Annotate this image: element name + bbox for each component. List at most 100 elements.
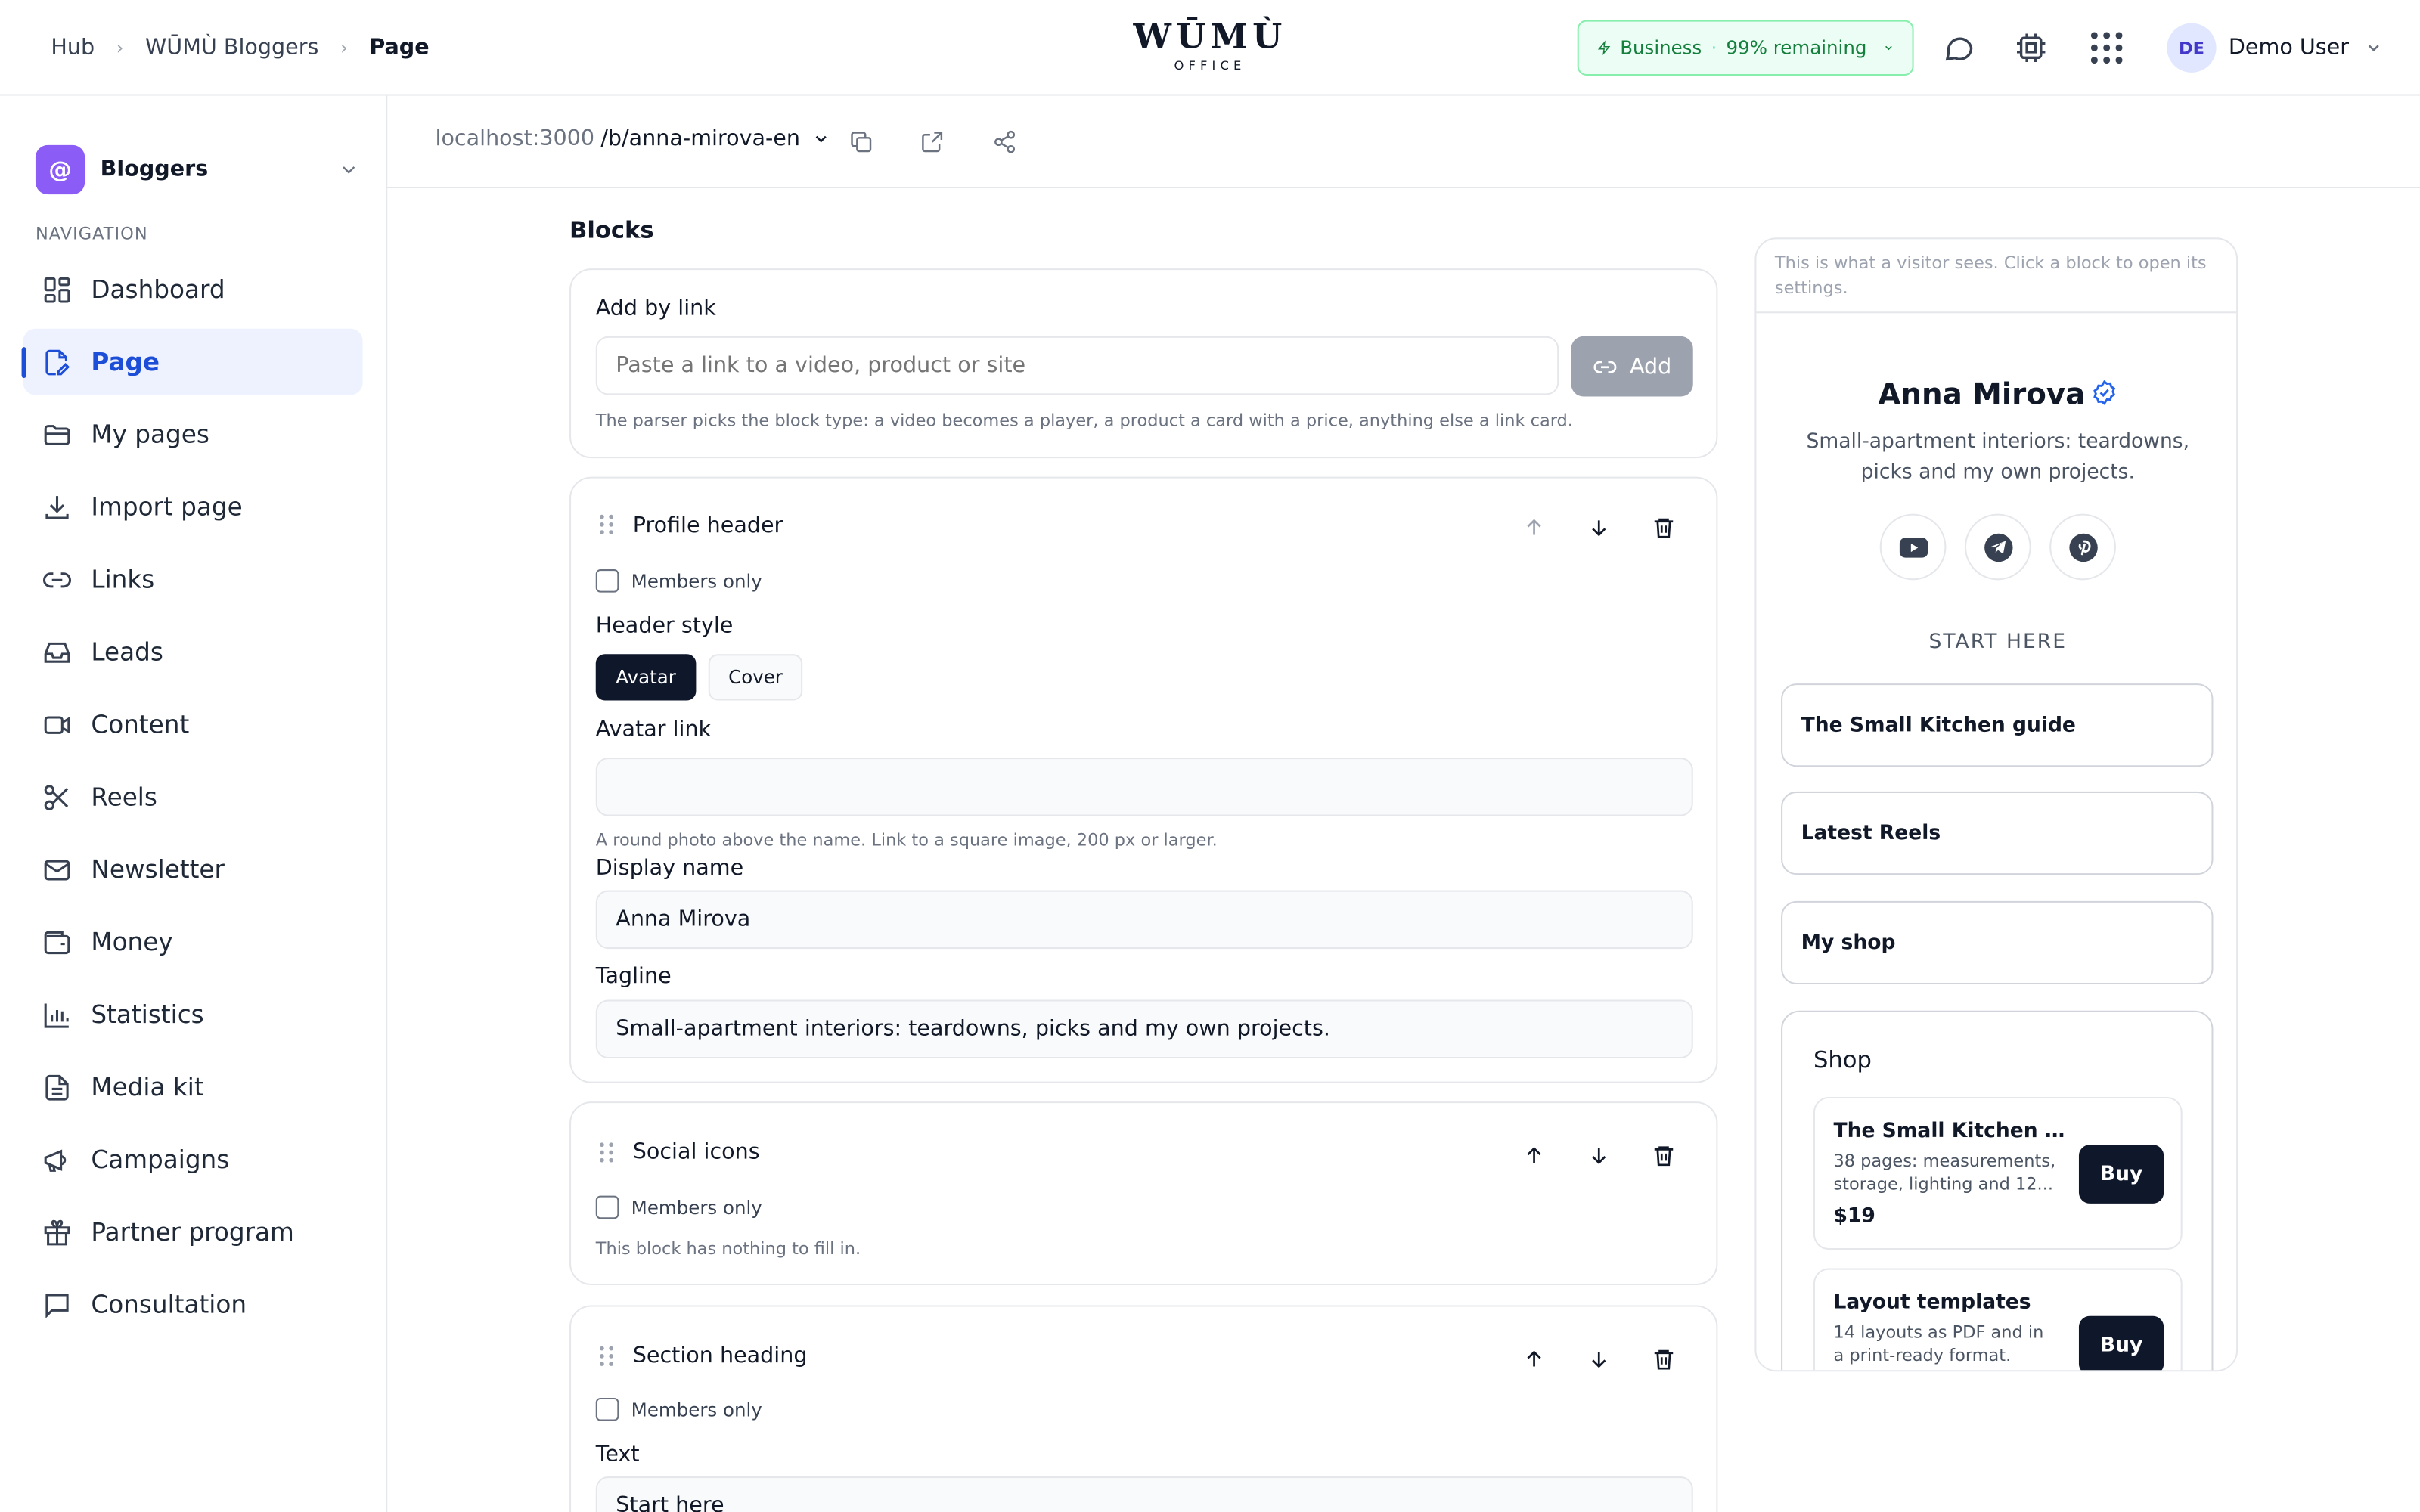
display-name-input[interactable]: Anna Mirova [595, 890, 1693, 950]
arrow-up-icon[interactable] [1519, 1344, 1550, 1375]
members-only-toggle[interactable]: Members only [595, 1195, 762, 1219]
preview-link-latest-reels[interactable]: Latest Reels [1781, 791, 2214, 875]
block-actions [1519, 513, 1679, 544]
sidebar-item-links[interactable]: Links [23, 546, 363, 612]
tagline-input[interactable]: Small-apartment interiors: teardowns, pi… [595, 999, 1693, 1058]
product-name: The Small Kitchen gui... [1833, 1120, 2065, 1144]
block-title: Social icons [632, 1140, 760, 1165]
verified-icon [2092, 379, 2118, 413]
members-only-checkbox[interactable] [595, 1397, 619, 1421]
download-icon [45, 495, 69, 519]
sidebar-item-content[interactable]: Content [23, 691, 363, 758]
sidebar-item-label: Page [91, 347, 160, 376]
trash-icon[interactable] [1649, 513, 1680, 544]
preview-profile-name[interactable]: Anna Mirova [1756, 377, 2236, 413]
arrow-up-icon[interactable] [1519, 513, 1550, 544]
preview-divider [1756, 311, 2237, 314]
preview-link-small-kitchen[interactable]: The Small Kitchen guide [1781, 683, 2214, 767]
trash-icon[interactable] [1649, 1140, 1680, 1171]
copy-icon[interactable] [845, 126, 876, 157]
sidebar-item-label: Newsletter [91, 854, 225, 885]
arrow-down-icon[interactable] [1584, 1140, 1615, 1171]
page-url-bar: localhost:3000 /b/anna-mirova-en [387, 96, 2420, 188]
add-by-link-label: Add by link [595, 296, 716, 321]
avatar-link-input[interactable] [595, 758, 1693, 816]
link-icon [1593, 360, 1617, 373]
tagline-label: Tagline [595, 964, 672, 990]
members-only-toggle[interactable]: Members only [595, 1397, 762, 1421]
add-link-input[interactable] [595, 336, 1559, 395]
avatar-link-label: Avatar link [595, 717, 712, 742]
chat-icon [45, 1293, 69, 1318]
share-icon[interactable] [989, 126, 1020, 157]
preview-section-heading: START HERE [1928, 631, 2068, 655]
sidebar-item-consultation[interactable]: Consultation [23, 1272, 363, 1338]
workspace-switcher[interactable]: @ Bloggers [35, 144, 360, 195]
sidebar-item-leads[interactable]: Leads [23, 618, 363, 685]
user-menu[interactable]: DE Demo User [2167, 23, 2383, 73]
sidebar-item-import-page[interactable]: Import page [23, 474, 363, 541]
arrow-down-icon[interactable] [1584, 1344, 1615, 1375]
plan-badge[interactable]: Business · 99% remaining [1577, 20, 1914, 76]
members-only-toggle[interactable]: Members only [595, 569, 762, 593]
drag-handle-icon[interactable] [596, 1344, 618, 1375]
external-link-icon[interactable] [917, 126, 948, 157]
youtube-icon[interactable] [1879, 513, 1947, 581]
page-url-selector[interactable]: localhost:3000 /b/anna-mirova-en [436, 126, 831, 151]
chart-icon [44, 1002, 69, 1027]
sidebar-item-my-pages[interactable]: My pages [23, 401, 363, 468]
apps-grid-icon[interactable] [2088, 29, 2125, 67]
chevron-down-icon [2368, 45, 2379, 52]
telegram-icon[interactable] [1964, 513, 2031, 581]
url-path: /b/anna-mirova-en [600, 126, 801, 151]
sidebar-item-page[interactable]: Page [21, 328, 363, 395]
preview-link-my-shop[interactable]: My shop [1781, 900, 2214, 985]
nav-section-label: NAVIGATION [35, 223, 148, 244]
profile-header-block[interactable]: Profile header Members only Header style… [569, 476, 1718, 1083]
add-link-button[interactable]: Add [1571, 336, 1693, 397]
social-icons-block[interactable]: Social icons Members only This block has… [569, 1101, 1718, 1285]
breadcrumb-hub[interactable]: Hub [51, 36, 95, 60]
members-only-checkbox[interactable] [595, 569, 619, 593]
drag-handle-icon[interactable] [596, 513, 618, 544]
page-edit-icon [45, 349, 70, 375]
chat-bubble-icon[interactable] [1940, 29, 1977, 67]
sidebar-item-label: Content [91, 709, 190, 739]
members-only-checkbox[interactable] [595, 1195, 619, 1219]
sidebar-item-money[interactable]: Money [23, 909, 363, 975]
cpu-icon[interactable] [2012, 29, 2049, 67]
header-style-cover[interactable]: Cover [708, 654, 803, 701]
pinterest-icon[interactable] [2049, 513, 2116, 581]
sidebar-item-statistics[interactable]: Statistics [23, 981, 363, 1048]
sidebar-item-media-kit[interactable]: Media kit [23, 1054, 363, 1120]
section-heading-block[interactable]: Section heading Members only Text Start … [569, 1305, 1718, 1512]
sidebar-item-label: My pages [91, 420, 209, 449]
arrow-up-icon[interactable] [1519, 1140, 1550, 1171]
chevron-down-icon [816, 135, 827, 143]
add-button-label: Add [1629, 354, 1672, 380]
sidebar-item-dashboard[interactable]: Dashboard [23, 256, 363, 323]
breadcrumb-bloggers[interactable]: WŪMÙ Bloggers [145, 36, 318, 60]
header-style-avatar[interactable]: Avatar [595, 654, 697, 701]
sidebar-item-reels[interactable]: Reels [23, 764, 363, 830]
header-style-selector: Avatar Cover [595, 654, 803, 701]
breadcrumb-page: Page [369, 35, 430, 60]
preview-social-icons [1756, 513, 2236, 581]
product-card[interactable]: Layout templates 14 layouts as PDF and i… [1813, 1268, 2183, 1371]
user-name: Demo User [2228, 35, 2350, 60]
sidebar-item-campaigns[interactable]: Campaigns [23, 1126, 363, 1193]
chevron-down-icon [1885, 45, 1891, 51]
sidebar-item-newsletter[interactable]: Newsletter [23, 836, 363, 903]
arrow-down-icon[interactable] [1584, 513, 1615, 544]
sidebar-item-label: Campaigns [91, 1145, 230, 1175]
section-text-input[interactable]: Start here [595, 1476, 1693, 1512]
sidebar-item-partner-program[interactable]: Partner program [23, 1199, 363, 1266]
drag-handle-icon[interactable] [596, 1140, 618, 1171]
trash-icon[interactable] [1649, 1344, 1680, 1375]
profile-name-text: Anna Mirova [1878, 377, 2086, 412]
buy-button[interactable]: Buy [2078, 1315, 2164, 1371]
header-style-label: Header style [595, 614, 734, 639]
buy-button[interactable]: Buy [2078, 1145, 2164, 1204]
product-price: $19 [1833, 1204, 1876, 1228]
product-card[interactable]: The Small Kitchen gui... 38 pages: measu… [1813, 1097, 2183, 1250]
